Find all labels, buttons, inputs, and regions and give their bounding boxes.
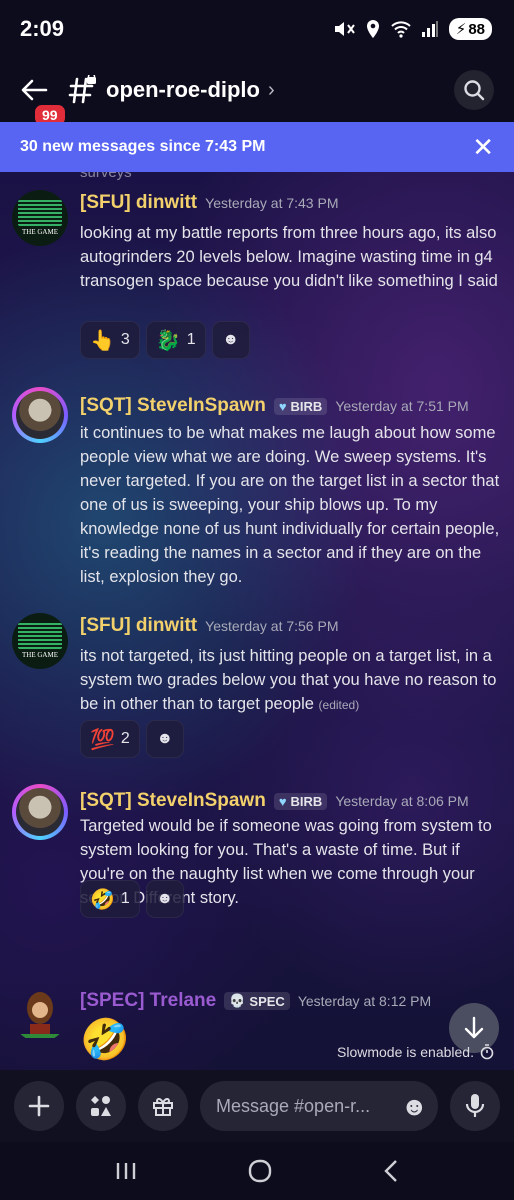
timestamp: Yesterday at 7:51 PM bbox=[335, 398, 469, 414]
message-text: its not targeted, its just hitting peopl… bbox=[80, 647, 497, 713]
slowmode-text: Slowmode is enabled. bbox=[337, 1044, 474, 1060]
attach-button[interactable] bbox=[14, 1081, 64, 1131]
search-button[interactable] bbox=[454, 70, 494, 110]
skull-icon: 💀 bbox=[229, 993, 246, 1008]
avatar[interactable] bbox=[12, 784, 68, 840]
edited-label: (edited) bbox=[318, 698, 360, 712]
reaction[interactable]: 🤣 1 bbox=[80, 880, 140, 918]
channel-name[interactable]: open-roe-diplo bbox=[106, 77, 260, 103]
message-header: [SQT] SteveInSpawn ♥ BIRB Yesterday at 8:… bbox=[80, 790, 469, 812]
gift-button[interactable] bbox=[138, 1081, 188, 1131]
reaction[interactable]: 🐉 1 bbox=[145, 321, 206, 359]
reactions: 💯 2 ☻ bbox=[80, 720, 184, 758]
add-reaction-button[interactable]: ☻ bbox=[145, 720, 184, 758]
timestamp: Yesterday at 7:56 PM bbox=[205, 618, 339, 634]
message-header: [SQT] SteveInSpawn ♥ BIRB Yesterday at 7:… bbox=[80, 395, 469, 417]
battery-indicator: ⚡ 88 bbox=[448, 18, 492, 40]
emoji-message: 🤣 bbox=[80, 1018, 130, 1062]
signal-icon bbox=[421, 21, 438, 37]
reaction-count: 1 bbox=[186, 331, 196, 348]
wifi-icon bbox=[391, 21, 411, 38]
username[interactable]: [SFU] dinwitt bbox=[80, 615, 197, 637]
heart-icon: ♥ bbox=[278, 398, 287, 414]
back-nav-icon[interactable] bbox=[383, 1159, 399, 1183]
avatar[interactable] bbox=[12, 986, 68, 1042]
status-time: 2:09 bbox=[20, 16, 65, 41]
message-text: it continues to be what makes me laugh a… bbox=[80, 424, 500, 586]
message-text: looking at my battle reports from three … bbox=[80, 224, 498, 290]
avatar[interactable]: THE GAME bbox=[12, 613, 68, 669]
message-header: [SFU] dinwitt Yesterday at 7:56 PM bbox=[80, 615, 338, 637]
heart-icon: ♥ bbox=[278, 793, 287, 809]
role-tag: ♥ BIRB bbox=[273, 792, 328, 810]
username[interactable]: [SQT] SteveInSpawn bbox=[80, 395, 266, 417]
gift-icon bbox=[153, 1097, 173, 1116]
username[interactable]: [SQT] SteveInSpawn bbox=[80, 790, 266, 812]
timestamp: Yesterday at 8:12 PM bbox=[297, 993, 432, 1009]
battery-bolt-icon: ⚡ bbox=[455, 21, 467, 38]
close-icon[interactable]: ✕ bbox=[472, 134, 494, 160]
username[interactable]: [SPEC] Trelane bbox=[80, 990, 216, 1012]
message-composer: Message #open-r... ☻ bbox=[0, 1070, 514, 1142]
message-placeholder: Message #open-r... bbox=[216, 1095, 371, 1116]
back-button[interactable]: 99 bbox=[20, 70, 68, 128]
microphone-icon bbox=[465, 1094, 485, 1117]
smiley-add-icon: ☻ bbox=[156, 730, 174, 747]
reaction-emoji: 👆 bbox=[90, 329, 115, 352]
add-reaction-button[interactable]: ☻ bbox=[211, 321, 250, 359]
reaction[interactable]: 👆 3 bbox=[80, 321, 140, 359]
avatar[interactable]: THE GAME bbox=[12, 190, 68, 246]
channel-header: 99 open-roe-diplo › bbox=[0, 58, 514, 128]
chevron-right-icon[interactable]: › bbox=[268, 79, 275, 102]
mute-icon bbox=[334, 22, 355, 36]
role-tag: 💀 SPEC bbox=[224, 992, 290, 1010]
system-nav-bar bbox=[0, 1142, 514, 1200]
role-tag: ♥ BIRB bbox=[273, 397, 328, 415]
reactions: 👆 3 🐉 1 ☻ bbox=[80, 321, 250, 359]
voice-button[interactable] bbox=[450, 1081, 500, 1131]
username[interactable]: [SFU] dinwitt bbox=[80, 192, 197, 214]
reaction-emoji: 💯 bbox=[90, 728, 115, 751]
timestamp: Yesterday at 7:43 PM bbox=[205, 195, 339, 211]
apps-icon bbox=[91, 1096, 111, 1116]
reaction-count: 1 bbox=[120, 890, 130, 907]
battery-level: 88 bbox=[468, 20, 485, 38]
reaction[interactable]: 💯 2 bbox=[80, 720, 140, 758]
reaction-count: 2 bbox=[120, 730, 130, 747]
reaction-count: 3 bbox=[120, 331, 130, 348]
message-header: [SPEC] Trelane 💀 SPEC Yesterday at 8:12 P… bbox=[80, 990, 431, 1012]
status-icons: ⚡ 88 bbox=[333, 18, 492, 40]
new-messages-text: 30 new messages since 7:43 PM bbox=[20, 138, 266, 155]
arrow-left-icon bbox=[21, 79, 48, 101]
slowmode-notice: Slowmode is enabled. bbox=[337, 1044, 494, 1060]
smiley-add-icon: ☻ bbox=[222, 331, 240, 348]
location-icon bbox=[366, 20, 379, 38]
status-bar: 2:09 ⚡ 88 bbox=[0, 0, 514, 58]
smiley-add-icon: ☻ bbox=[156, 890, 174, 907]
home-icon[interactable] bbox=[248, 1159, 272, 1183]
reaction-emoji: 🤣 bbox=[90, 888, 115, 911]
avatar[interactable] bbox=[12, 387, 68, 443]
add-reaction-button[interactable]: ☻ bbox=[145, 880, 184, 918]
channel-hash-lock-icon bbox=[68, 72, 98, 105]
plus-icon bbox=[28, 1095, 50, 1117]
new-messages-bar[interactable]: 30 new messages since 7:43 PM ✕ bbox=[0, 122, 514, 172]
arrow-down-icon bbox=[464, 1016, 484, 1039]
recent-apps-icon[interactable] bbox=[115, 1161, 137, 1181]
message-input[interactable]: Message #open-r... ☻ bbox=[200, 1081, 438, 1131]
message-header: [SFU] dinwitt Yesterday at 7:43 PM bbox=[80, 192, 338, 214]
stopwatch-icon bbox=[480, 1044, 494, 1060]
search-icon bbox=[464, 80, 485, 101]
timestamp: Yesterday at 8:06 PM bbox=[335, 793, 469, 809]
apps-button[interactable] bbox=[76, 1081, 126, 1131]
reactions: 🤣 1 ☻ bbox=[80, 880, 184, 918]
reaction-emoji: 🐉 bbox=[155, 329, 181, 352]
emoji-picker-icon[interactable]: ☻ bbox=[401, 1091, 428, 1122]
